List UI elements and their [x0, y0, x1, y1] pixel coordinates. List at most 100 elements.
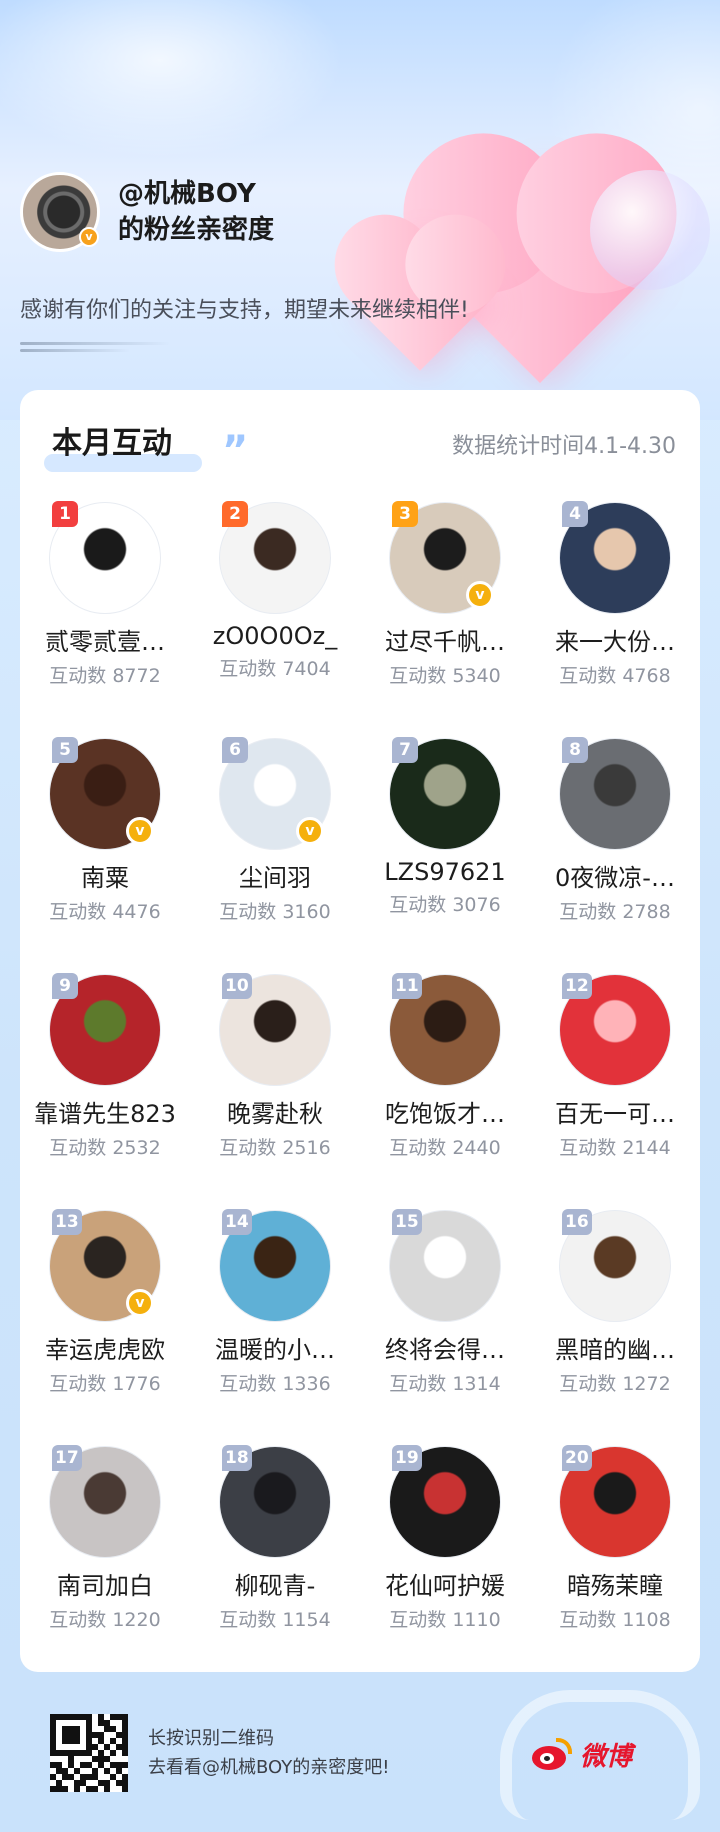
avatar[interactable]: 18: [219, 1445, 331, 1558]
fan-item[interactable]: 16 黑暗的幽… 互动数 1272: [530, 1209, 700, 1396]
fan-name[interactable]: LZS97621: [360, 858, 530, 886]
avatar[interactable]: 11: [389, 973, 501, 1086]
fan-name[interactable]: 南司加白: [20, 1566, 190, 1601]
fan-name[interactable]: 南粟: [20, 858, 190, 893]
fan-item[interactable]: 8 0夜微凉-… 互动数 2788: [530, 737, 700, 924]
fan-name[interactable]: zO0O0Oz_: [190, 622, 360, 650]
fan-item[interactable]: 7 LZS97621 互动数 3076: [360, 737, 530, 917]
fan-name[interactable]: 柳砚青-: [190, 1566, 360, 1601]
rank-badge: 8: [562, 737, 588, 763]
v-badge-icon: v: [466, 581, 494, 609]
card-header: 本月互动 ”: [44, 418, 248, 472]
fan-name[interactable]: 花仙呵护媛: [360, 1566, 530, 1601]
interaction-count: 互动数 2440: [389, 1137, 501, 1159]
footer-line-1: 长按识别二维码: [148, 1728, 274, 1749]
fan-item[interactable]: 12 百无一可… 互动数 2144: [530, 973, 700, 1160]
avatar[interactable]: 19: [389, 1445, 501, 1558]
interaction-count: 互动数 2516: [219, 1137, 331, 1159]
weibo-brand: 微博: [530, 1736, 632, 1773]
fan-item[interactable]: 3 v 过尽千帆… 互动数 5340: [360, 501, 530, 688]
avatar[interactable]: 12: [559, 973, 671, 1086]
fan-item[interactable]: 18 柳砚青- 互动数 1154: [190, 1445, 360, 1632]
rank-badge: 6: [222, 737, 248, 763]
fan-item[interactable]: 10 晚雾赴秋互动数 2516: [190, 973, 360, 1160]
hearts-decoration: [349, 130, 710, 384]
quote-icon: ”: [222, 428, 249, 474]
avatar[interactable]: 13 v: [49, 1209, 161, 1322]
card-title: 本月互动: [52, 426, 172, 461]
avatar[interactable]: 6v: [219, 737, 331, 850]
fan-name[interactable]: 幸运虎虎欧: [20, 1330, 190, 1365]
fan-item[interactable]: 14 温暖的小… 互动数 1336: [190, 1209, 360, 1396]
avatar[interactable]: 1: [49, 501, 161, 614]
avatar[interactable]: 14: [219, 1209, 331, 1322]
weibo-brand-text: 微博: [580, 1742, 633, 1772]
profile-header: v @机械BOY 的粉丝亲密度: [20, 172, 274, 252]
fan-name[interactable]: 贰零贰壹…: [20, 622, 190, 657]
rank-badge: 4: [562, 501, 588, 527]
interaction-count: 互动数 1272: [559, 1373, 671, 1395]
profile-text: @机械BOY 的粉丝亲密度: [118, 176, 274, 248]
profile-name[interactable]: @机械BOY: [118, 176, 274, 212]
rank-badge: 12: [562, 973, 592, 999]
rank-badge: 5: [52, 737, 78, 763]
interaction-count: 互动数 1220: [49, 1609, 161, 1631]
fan-name[interactable]: 吃饱饭才…: [360, 1094, 530, 1129]
bubble-decoration: [590, 170, 710, 290]
fan-name[interactable]: 尘间羽: [190, 858, 360, 893]
fan-item[interactable]: 17 南司加白互动数 1220: [20, 1445, 190, 1632]
interaction-count: 互动数 3076: [389, 894, 501, 916]
avatar[interactable]: v: [20, 172, 100, 252]
avatar[interactable]: 7: [389, 737, 501, 850]
avatar[interactable]: 15: [389, 1209, 501, 1322]
fan-item[interactable]: 6 v 尘间羽 互动数 3160: [190, 737, 360, 924]
fan-item[interactable]: 2 zO0O0Oz_ 互动数 7404: [190, 501, 360, 681]
fan-item[interactable]: 11 吃饱饭才… 互动数 2440: [360, 973, 530, 1160]
fan-item[interactable]: 13 v 幸运虎虎欧 互动数 1776: [20, 1209, 190, 1396]
fan-name[interactable]: 晚雾赴秋: [190, 1094, 360, 1129]
interaction-count: 互动数 2788: [559, 901, 671, 923]
avatar[interactable]: 16: [559, 1209, 671, 1322]
rank-badge: 19: [392, 1445, 422, 1471]
rank-badge: 13: [52, 1209, 82, 1235]
fan-item[interactable]: 5 v 南粟 互动数 4476: [20, 737, 190, 924]
fan-name[interactable]: 暗殇茉瞳: [530, 1566, 700, 1601]
fan-name[interactable]: 过尽千帆…: [360, 622, 530, 657]
avatar[interactable]: 3v: [389, 501, 501, 614]
fan-name[interactable]: 0夜微凉-…: [530, 858, 700, 893]
interaction-count: 互动数 4768: [559, 665, 671, 687]
interaction-count: 互动数 5340: [389, 665, 501, 687]
avatar[interactable]: 17: [49, 1445, 161, 1558]
fan-name[interactable]: 终将会得…: [360, 1330, 530, 1365]
v-badge-icon: v: [126, 817, 154, 845]
fan-name[interactable]: 温暖的小…: [190, 1330, 360, 1365]
fan-item[interactable]: 1 贰零贰壹… 互动数 8772: [20, 501, 190, 688]
fan-name[interactable]: 来一大份…: [530, 622, 700, 657]
fan-name[interactable]: 靠谱先生823: [20, 1094, 190, 1129]
avatar[interactable]: 8: [559, 737, 671, 850]
fan-item[interactable]: 4 来一大份… 互动数 4768: [530, 501, 700, 688]
avatar[interactable]: 2: [219, 501, 331, 614]
avatar[interactable]: 9: [49, 973, 161, 1086]
thanks-text: 感谢有你们的关注与支持，期望未来继续相伴!: [20, 298, 469, 323]
avatar[interactable]: 20: [559, 1445, 671, 1558]
stat-time: 数据统计时间4.1-4.30: [452, 434, 676, 459]
interaction-count: 互动数 1336: [219, 1373, 331, 1395]
rank-badge: 14: [222, 1209, 252, 1235]
fan-name[interactable]: 百无一可…: [530, 1094, 700, 1129]
fan-item[interactable]: 20 暗殇茉瞳 互动数 1108: [530, 1445, 700, 1632]
profile-subtitle: 的粉丝亲密度: [118, 215, 275, 245]
fan-item[interactable]: 19 花仙呵护媛 互动数 1110: [360, 1445, 530, 1632]
fan-name[interactable]: 黑暗的幽…: [530, 1330, 700, 1365]
avatar[interactable]: 4: [559, 501, 671, 614]
rank-badge: 17: [52, 1445, 82, 1471]
fan-item[interactable]: 15 终将会得… 互动数 1314: [360, 1209, 530, 1396]
rank-badge: 16: [562, 1209, 592, 1235]
fan-item[interactable]: 9 靠谱先生823 互动数 2532: [20, 973, 190, 1160]
rank-badge: 9: [52, 973, 78, 999]
avatar[interactable]: 5v: [49, 737, 161, 850]
qr-code[interactable]: [50, 1714, 128, 1792]
rank-badge: 1: [52, 501, 78, 527]
avatar[interactable]: 10: [219, 973, 331, 1086]
divider: [20, 342, 170, 356]
